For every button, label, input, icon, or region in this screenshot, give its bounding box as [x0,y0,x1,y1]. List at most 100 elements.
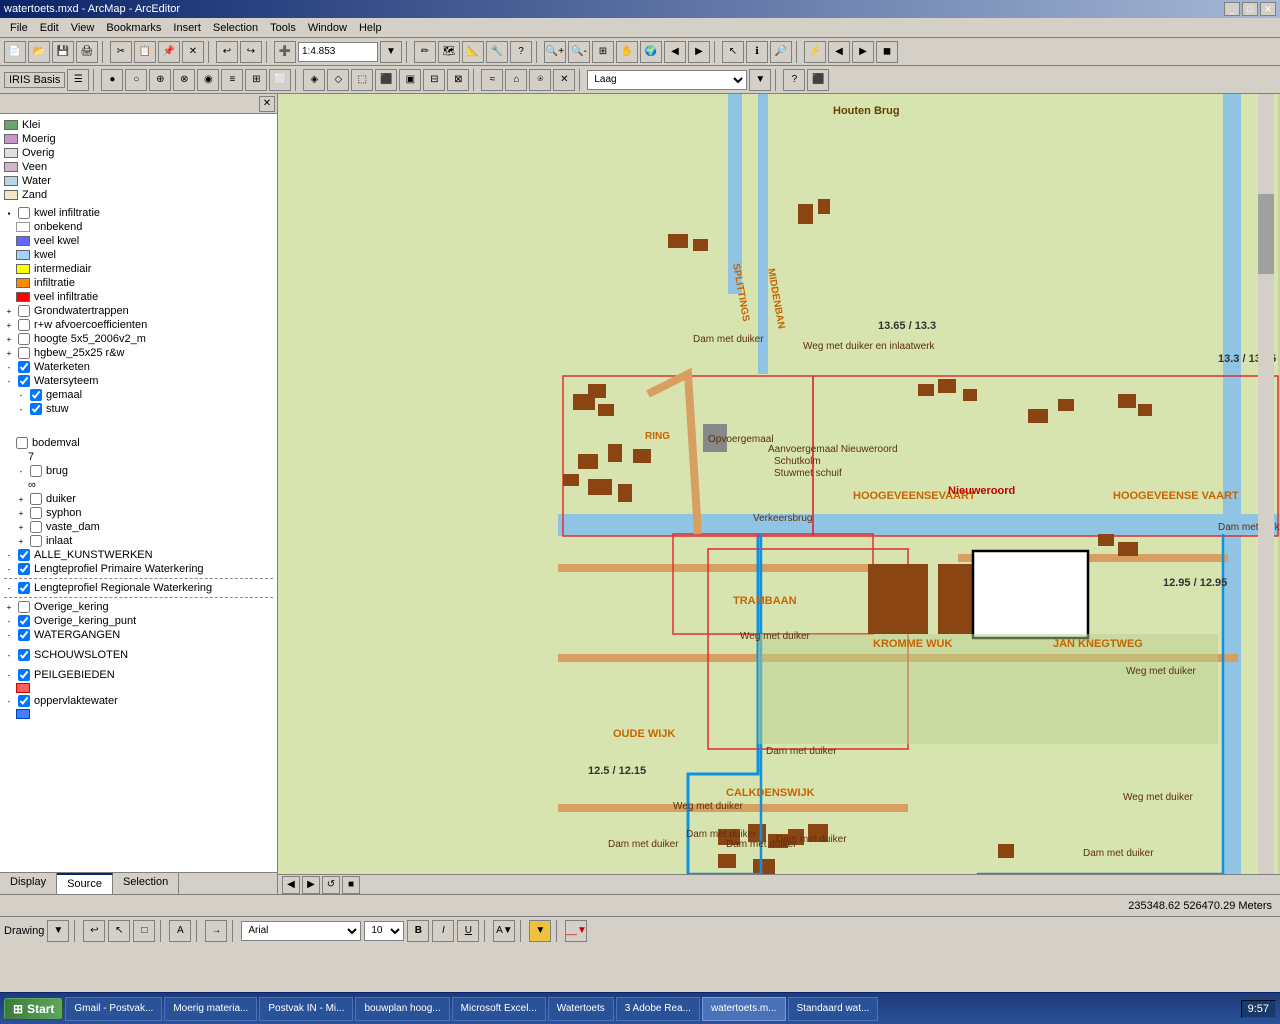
rw-expand[interactable]: + [4,320,14,330]
taskbar-watertoets[interactable]: Watertoets [548,997,614,1021]
vaste-dam-checkbox[interactable] [30,521,42,533]
lengte-prim-expand[interactable]: - [4,564,14,574]
menu-view[interactable]: View [65,20,101,36]
tool-btn2[interactable]: ▶ [852,41,874,63]
brug-checkbox[interactable] [30,465,42,477]
menu-selection[interactable]: Selection [207,20,264,36]
nav-refresh-btn[interactable]: ↺ [322,876,340,894]
map-area[interactable]: Houten Brug 13.65 / 13.3 13.3 / 13.05 12… [278,94,1280,894]
kwel-expand-icon[interactable]: ▪ [4,208,14,218]
toc-close-btn[interactable]: ✕ [259,96,275,112]
lightning-button[interactable]: ⚡ [804,41,826,63]
waterketen-checkbox[interactable] [18,361,30,373]
alle-kw-expand[interactable]: - [4,550,14,560]
taskbar-adobe[interactable]: 3 Adobe Rea... [616,997,700,1021]
menu-insert[interactable]: Insert [167,20,207,36]
hoogte-expand[interactable]: + [4,334,14,344]
menu-edit[interactable]: Edit [34,20,65,36]
nav-tool2[interactable]: ⊗ [173,69,195,91]
lengte-prim-checkbox[interactable] [18,563,30,575]
select-button[interactable]: ↖ [722,41,744,63]
hgbew-expand[interactable]: + [4,348,14,358]
waterketen-expand[interactable]: - [4,362,14,372]
layer-select[interactable]: Laag [587,70,747,90]
t2-extra[interactable]: ⬛ [807,69,829,91]
tab-selection[interactable]: Selection [113,873,179,894]
peilgebieden-expand[interactable]: - [4,670,14,680]
t2-btn3[interactable]: ⬚ [351,69,373,91]
help-button[interactable]: ? [510,41,532,63]
undo-button[interactable]: ↩ [216,41,238,63]
gemaal-expand[interactable]: - [16,390,26,400]
minimize-button[interactable]: _ [1224,2,1240,16]
overige-kp-checkbox[interactable] [18,615,30,627]
back-button[interactable]: ◀ [664,41,686,63]
t2-btn11[interactable]: ✕ [553,69,575,91]
overige-kering-checkbox[interactable] [18,601,30,613]
fill-color-btn[interactable]: ▼ [529,920,551,942]
zoom-in-button[interactable]: 🔍+ [544,41,566,63]
oppervlakte-checkbox[interactable] [18,695,30,707]
nav-stop-btn[interactable]: ■ [342,876,360,894]
font-color-btn[interactable]: A▼ [493,920,515,942]
watergangen-expand[interactable]: - [4,630,14,640]
watergangen-checkbox[interactable] [18,629,30,641]
menu-tools[interactable]: Tools [264,20,302,36]
duiker-checkbox[interactable] [30,493,42,505]
taskbar-postvak[interactable]: Postvak IN - Mi... [259,997,353,1021]
layer-properties[interactable]: ☰ [67,69,89,91]
alle-kw-checkbox[interactable] [18,549,30,561]
open-button[interactable]: 📂 [28,41,50,63]
t2-btn2[interactable]: ◇ [327,69,349,91]
drawing-dropdown-btn[interactable]: ▼ [47,920,69,942]
editor-tool2[interactable]: 🗺 [438,41,460,63]
hoogte-checkbox[interactable] [18,333,30,345]
underline-btn[interactable]: U [457,920,479,942]
t2-btn1[interactable]: ◈ [303,69,325,91]
t2-btn5[interactable]: ▣ [399,69,421,91]
redo-button[interactable]: ↪ [240,41,262,63]
delete-button[interactable]: ✕ [182,41,204,63]
brug-expand[interactable]: - [16,466,26,476]
paste-button[interactable]: 📌 [158,41,180,63]
draw-tool1[interactable]: ↩ [83,920,105,942]
nav-tool1[interactable]: ⊕ [149,69,171,91]
nav-next-btn[interactable]: ▶ [302,876,320,894]
gemaal-checkbox[interactable] [30,389,42,401]
peilgebieden-checkbox[interactable] [18,669,30,681]
zoom-full-button[interactable]: ⊞ [592,41,614,63]
layer-action[interactable]: ▼ [749,69,771,91]
iris-basis-label[interactable]: IRIS Basis [4,72,65,88]
duiker-expand[interactable]: + [16,494,26,504]
copy-button[interactable]: 📋 [134,41,156,63]
t2-btn9[interactable]: ⌂ [505,69,527,91]
stuw-expand[interactable]: - [16,404,26,414]
scale-input[interactable]: 1:4.853 [298,42,378,62]
t2-help[interactable]: ? [783,69,805,91]
menu-bookmarks[interactable]: Bookmarks [100,20,167,36]
overige-kp-expand[interactable]: - [4,616,14,626]
watersyteem-expand[interactable]: - [4,376,14,386]
t2-btn8[interactable]: ≈ [481,69,503,91]
menu-file[interactable]: File [4,20,34,36]
nav-tool5[interactable]: ⊞ [245,69,267,91]
editor-tool3[interactable]: 📐 [462,41,484,63]
inlaat-checkbox[interactable] [30,535,42,547]
nav-tool6[interactable]: ⬜ [269,69,291,91]
pan-button[interactable]: ✋ [616,41,638,63]
start-button[interactable]: ⊞ Start [4,998,63,1020]
add-data-button[interactable]: ➕ [274,41,296,63]
draw-tool2[interactable]: ↖ [108,920,130,942]
bodemval-checkbox[interactable] [16,437,28,449]
hgbew-checkbox[interactable] [18,347,30,359]
taskbar-excel[interactable]: Microsoft Excel... [452,997,546,1021]
circle2-tool[interactable]: ○ [125,69,147,91]
circle-tool[interactable]: ● [101,69,123,91]
save-button[interactable]: 💾 [52,41,74,63]
stuw-checkbox[interactable] [30,403,42,415]
taskbar-standaard[interactable]: Standaard wat... [788,997,879,1021]
t2-btn7[interactable]: ⊠ [447,69,469,91]
t2-btn4[interactable]: ⬛ [375,69,397,91]
tab-display[interactable]: Display [0,873,57,894]
syphon-expand[interactable]: + [16,508,26,518]
